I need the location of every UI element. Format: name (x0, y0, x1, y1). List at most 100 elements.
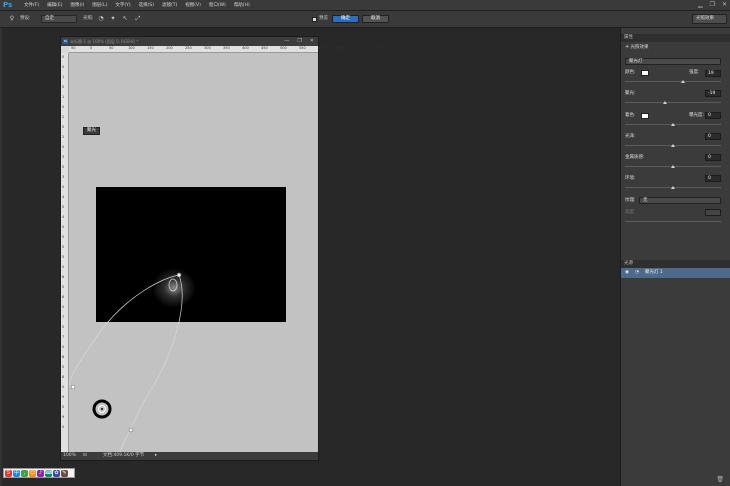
texture-select[interactable]: 无 (639, 197, 721, 204)
light-bulb-icon: ♀ (9, 15, 15, 22)
point-light-icon[interactable]: ✦ (109, 15, 117, 23)
doc-minimize-icon[interactable]: — (284, 37, 289, 46)
light-tooltip: 聚光 (83, 127, 100, 135)
menu-select[interactable]: 选择(S) (135, 2, 158, 9)
light-handle-left[interactable] (70, 384, 76, 390)
menu-file[interactable]: 文件(F) (20, 2, 43, 9)
restore-icon[interactable]: ❐ (710, 1, 715, 8)
tools-strip (0, 28, 2, 486)
hotspot-thumb[interactable] (663, 101, 667, 104)
menu-image[interactable]: 图像(I) (66, 2, 88, 9)
chinese-mode-icon[interactable]: 中 (13, 469, 20, 477)
ime-tray: S 中 , ☺ ♪ ⌨ ✿ ✎ (3, 468, 75, 478)
canvas[interactable]: 聚光 (69, 53, 318, 453)
preview-checkbox[interactable] (312, 17, 317, 22)
status-arrow-icon[interactable]: ▸ (155, 452, 157, 460)
close-icon[interactable]: ✕ (722, 1, 727, 8)
skin-icon[interactable]: ✿ (53, 469, 60, 477)
light-handle-top[interactable] (176, 272, 182, 278)
ruler-left[interactable]: 05101520253035404550556065707580859095 (61, 53, 69, 453)
spot-light-icon[interactable]: ◔ (97, 15, 105, 23)
ruler-left-tick: 5 (62, 345, 65, 349)
ruler-left-tick: 0 (62, 55, 65, 59)
ruler-left-tick: 1 (62, 95, 65, 99)
doc-close-icon[interactable]: ✕ (310, 37, 314, 46)
preset-label: 预设: (20, 16, 31, 21)
ruler-left-tick: 5 (62, 265, 65, 269)
document-titlebar[interactable]: Ps 未标题-1 @ 100% (图层 0, RGB/8) * — ❐ ✕ (61, 37, 318, 46)
menu-type[interactable]: 文字(Y) (111, 2, 134, 9)
ruler-left-tick: 0 (62, 125, 65, 129)
ruler-top[interactable]: 50 0 50 100 150 200 250 300 350 400 450 500 550 600 65… (69, 46, 382, 53)
menu-help[interactable]: 帮助(H) (230, 2, 254, 9)
ruler-top-tick: 500 (280, 46, 287, 50)
spot-light-overlay[interactable] (69, 53, 318, 453)
menu-layer[interactable]: 图层(L) (88, 2, 111, 9)
preset-select[interactable]: 自定 (41, 15, 77, 23)
exposure-thumb[interactable] (671, 123, 675, 126)
metallic-value[interactable]: 0 (705, 154, 721, 161)
emoji-icon[interactable]: ☺ (29, 469, 36, 477)
properties-header[interactable]: 属性 (621, 34, 730, 42)
intensity-ring-dot (101, 408, 103, 410)
light-layer-row[interactable]: ◉ ◔ 聚光灯 1 (621, 268, 730, 278)
intensity-label: 强度: (689, 70, 700, 75)
ambience-value[interactable]: 0 (705, 175, 721, 182)
ambience-thumb[interactable] (671, 186, 675, 189)
doc-restore-icon[interactable]: ❐ (297, 37, 301, 46)
ok-button[interactable]: 确定 (332, 15, 359, 23)
document-icon: Ps (63, 39, 68, 44)
tools-icon[interactable]: ✎ (61, 469, 68, 477)
gloss-thumb[interactable] (671, 144, 675, 147)
zoom-level[interactable]: 100% (63, 452, 76, 460)
visibility-eye-icon[interactable]: ◉ (625, 268, 629, 278)
trash-icon[interactable]: 🗑 (716, 476, 724, 483)
exposure-label: 曝光度: (689, 113, 705, 118)
ruler-left-tick: 0 (62, 85, 65, 89)
ime-logo-icon[interactable]: S (5, 469, 12, 477)
ruler-left-tick: 5 (62, 145, 65, 149)
ruler-left-tick: 0 (62, 285, 65, 289)
properties-title-row: ☀ 光照效果 (625, 45, 648, 51)
reset-light-icon[interactable]: ⤢ (134, 15, 142, 23)
keyboard-icon[interactable]: ⌨ (45, 469, 52, 477)
exposure-value[interactable]: 0 (705, 112, 721, 119)
intensity-value[interactable]: 19 (705, 70, 721, 77)
menu-view[interactable]: 视图(V) (181, 2, 205, 9)
voice-icon[interactable]: ♪ (37, 469, 44, 477)
ruler-top-tick: 200 (166, 46, 173, 50)
metallic-thumb[interactable] (671, 165, 675, 168)
status-menu-icon[interactable]: ⊡ (83, 452, 87, 460)
menu-window[interactable]: 窗口(W) (205, 2, 230, 9)
ruler-left-tick: 4 (62, 195, 65, 199)
gloss-value[interactable]: 0 (705, 133, 721, 140)
ruler-corner[interactable] (61, 46, 69, 53)
punctuation-icon[interactable]: , (21, 469, 28, 477)
light-type-select[interactable]: 聚光灯 (625, 58, 721, 65)
workspace-select[interactable]: 光照效果 (692, 14, 727, 24)
ruler-left-tick: 8 (62, 355, 65, 359)
lights-header[interactable]: 光源 (621, 260, 730, 268)
minimize-icon[interactable]: ▁ (698, 1, 703, 8)
ruler-left-tick: 5 (62, 235, 65, 239)
intensity-slider[interactable] (625, 81, 721, 82)
cancel-button[interactable]: 取消 (362, 15, 389, 23)
hotspot-slider[interactable] (625, 102, 721, 103)
light-label: 光照: (83, 16, 94, 21)
ruler-left-tick: 4 (62, 215, 65, 219)
ruler-left-tick: 5 (62, 105, 65, 109)
document-window: Ps 未标题-1 @ 100% (图层 0, RGB/8) * — ❐ ✕ 50… (60, 36, 382, 461)
light-handle-bottom[interactable] (128, 427, 134, 433)
ruler-left-tick: 9 (62, 415, 65, 419)
infinite-light-icon[interactable]: ↖ (121, 15, 129, 23)
ruler-left-tick: 6 (62, 295, 65, 299)
hotspot-value[interactable]: -19 (705, 90, 721, 97)
menu-edit[interactable]: 编辑(E) (43, 2, 66, 9)
ruler-top-tick: 50 (109, 46, 114, 50)
menu-filter[interactable]: 滤镜(T) (158, 2, 181, 9)
hotspot-label: 聚光: (625, 91, 636, 96)
intensity-thumb[interactable] (681, 80, 685, 83)
color-swatch[interactable] (641, 70, 649, 76)
options-bar: ♀ 预设: 自定 光照: ◔ ✦ ↖ ⤢ 预览 确定 取消 光照效果 (0, 11, 730, 28)
coloring-swatch[interactable] (641, 113, 649, 119)
